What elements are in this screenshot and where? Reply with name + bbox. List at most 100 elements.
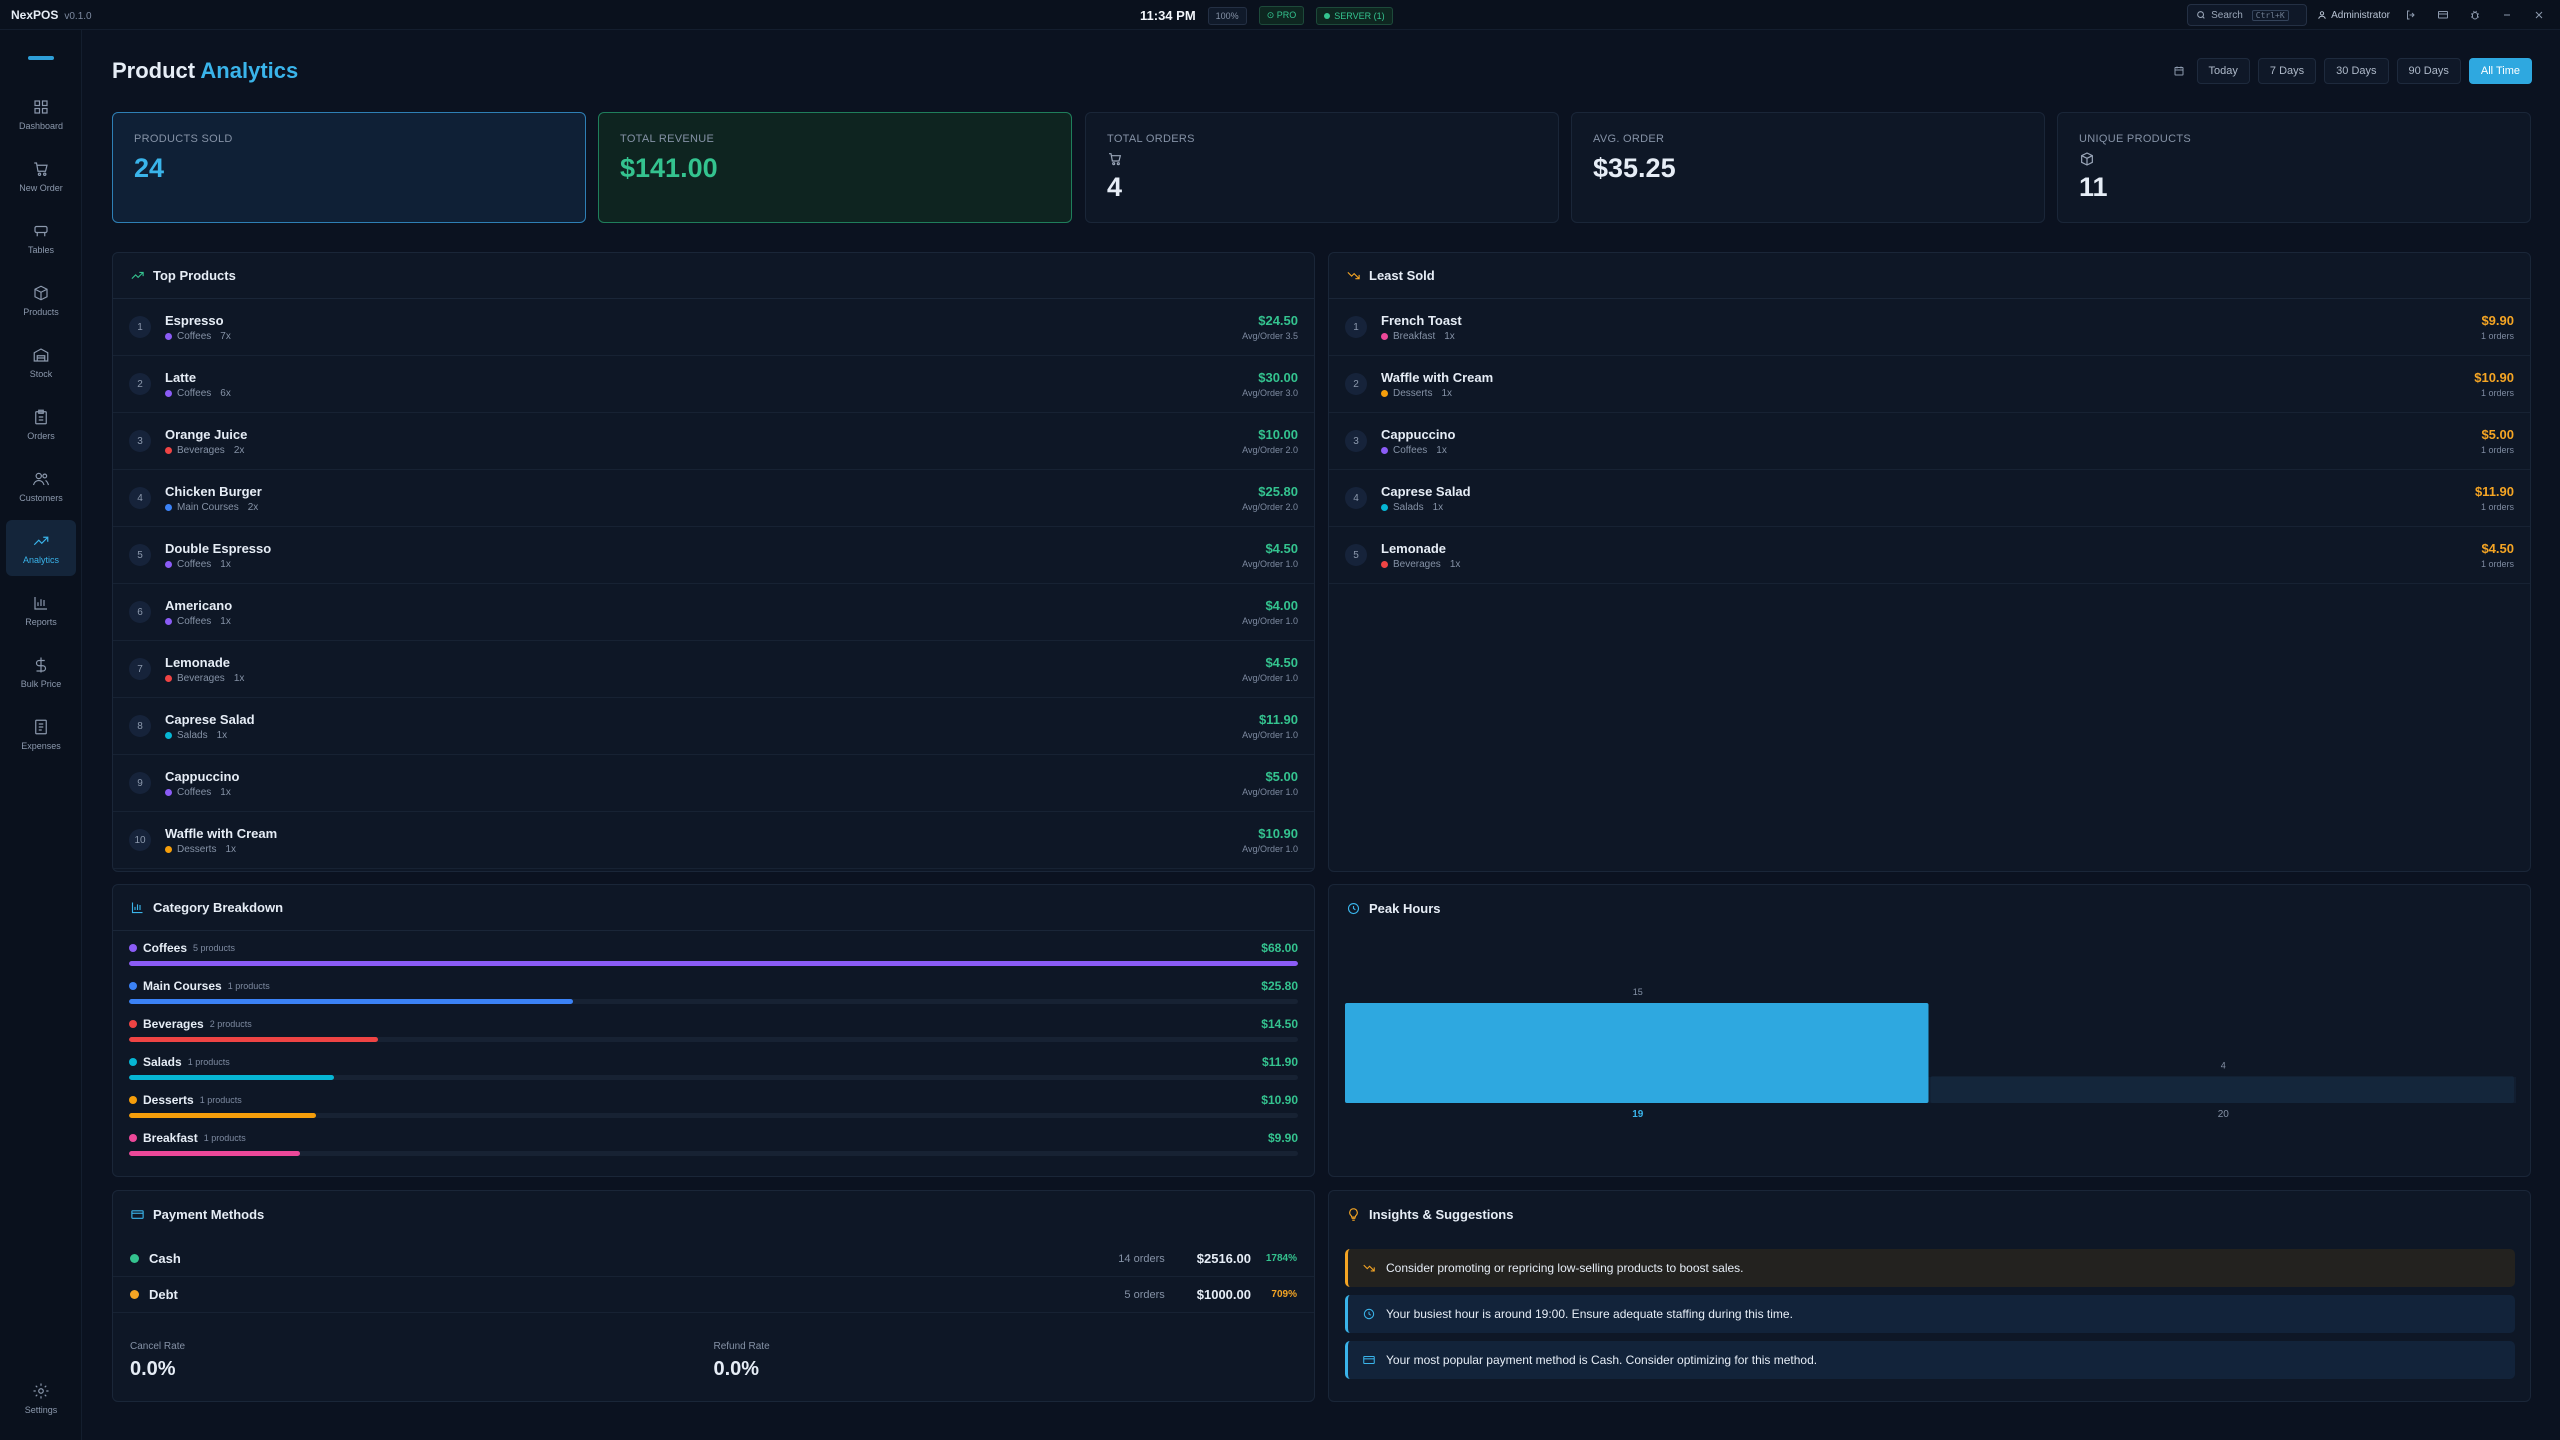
logout-button[interactable]: [2400, 4, 2422, 26]
product-category: Coffees: [1393, 444, 1428, 456]
credit-card-icon: [131, 1209, 144, 1219]
sidebar-item-new-order[interactable]: New Order: [6, 148, 76, 204]
product-row[interactable]: 4 Chicken Burger Main Courses 2x $25.80 Avg/O…: [113, 470, 1314, 527]
page-title: Product Analytics: [112, 58, 298, 84]
product-row[interactable]: 2 Waffle with Cream Desserts 1x $10.90 1 orde…: [1329, 356, 2530, 413]
product-row[interactable]: 10 Waffle with Cream Desserts 1x $10.90 Avg/O…: [113, 812, 1314, 869]
cart-icon: [1109, 153, 1122, 166]
sidebar-item-bulk-price[interactable]: Bulk Price: [6, 644, 76, 700]
rank-badge: 2: [129, 373, 151, 395]
product-figures: $5.00 Avg/Order 1.0: [1242, 769, 1298, 797]
product-qty: 1x: [1441, 387, 1453, 399]
search-button[interactable]: Search Ctrl+K: [2187, 4, 2308, 26]
product-row[interactable]: 1 Espresso Coffees 7x $24.50 Avg/Order 3.5: [113, 299, 1314, 356]
user-name: Administrator: [2331, 9, 2390, 21]
sidebar-item-customers[interactable]: Customers: [6, 458, 76, 514]
sidebar-item-orders[interactable]: Orders: [6, 396, 76, 452]
range-7-days-button[interactable]: 7 Days: [2257, 58, 2317, 84]
sidebar-item-label: Tables: [27, 244, 54, 255]
product-meta: Coffees 1x: [165, 616, 1242, 627]
product-meta: Coffees 6x: [165, 388, 1242, 399]
category-value: $9.90: [1267, 1131, 1298, 1145]
devtools-button[interactable]: [2464, 4, 2486, 26]
product-category: Salads: [177, 729, 208, 741]
display-button[interactable]: [2432, 4, 2454, 26]
product-name: Caprese Salad: [165, 711, 255, 727]
stat-label: UNIQUE PRODUCTS: [2079, 133, 2192, 145]
category-dot: [165, 389, 172, 397]
category-bar-fill: [129, 961, 1298, 966]
sidebar-item-label: New Order: [19, 182, 63, 193]
product-row[interactable]: 8 Caprese Salad Salads 1x $11.90 Avg/Order 1.…: [113, 698, 1314, 755]
product-qty: 1x: [1444, 330, 1455, 342]
category-bar-fill: [129, 1037, 378, 1042]
product-qty: 1x: [220, 558, 231, 570]
product-name: Waffle with Cream: [165, 825, 278, 841]
product-category: Coffees: [177, 615, 212, 627]
insight-busiest-hour: Your busiest hour is around 19:00. Ensur…: [1345, 1295, 2515, 1333]
minimize-button[interactable]: [2496, 4, 2518, 26]
sidebar-toggle[interactable]: [28, 56, 54, 60]
range-90-days-button[interactable]: 90 Days: [2396, 58, 2461, 84]
refund-rate-label: Refund Rate: [713, 1341, 770, 1352]
range-30-days-button[interactable]: 30 Days: [2324, 58, 2389, 84]
product-subtext: Avg/Order 1.0: [1242, 787, 1298, 797]
product-meta: Coffees 1x: [1381, 445, 2481, 456]
users-icon: [32, 472, 50, 485]
range-all-time-button[interactable]: All Time: [2468, 58, 2532, 84]
stat-card-unique-products: UNIQUE PRODUCTS 11: [2057, 112, 2531, 223]
product-row[interactable]: 1 French Toast Breakfast 1x $9.90 1 orders: [1329, 299, 2530, 356]
range-today-button[interactable]: Today: [2196, 58, 2250, 84]
sidebar-item-tables[interactable]: Tables: [6, 210, 76, 266]
category-name: Coffees: [143, 941, 188, 955]
product-row[interactable]: 5 Lemonade Beverages 1x $4.50 1 orders: [1329, 527, 2530, 584]
category-count: 1 products: [227, 981, 270, 991]
stat-label: PRODUCTS SOLD: [134, 133, 233, 145]
bar-chart-icon: [131, 902, 143, 914]
product-row[interactable]: 7 Lemonade Beverages 1x $4.50 Avg/Order 1.0: [113, 641, 1314, 698]
product-row[interactable]: 9 Cappuccino Coffees 1x $5.00 Avg/Order 1.0: [113, 755, 1314, 812]
product-meta: Desserts 1x: [165, 844, 1242, 855]
sidebar-item-label: Analytics: [22, 554, 59, 565]
payment-dot: [130, 1290, 139, 1299]
peak-bar[interactable]: [1345, 1003, 1929, 1103]
category-dot: [165, 845, 172, 853]
rates-row: Cancel Rate 0.0% Refund Rate 0.0%: [113, 1341, 1314, 1381]
stat-card-total-orders: TOTAL ORDERS 4: [1085, 112, 1559, 223]
payment-amount: $2516.00: [1196, 1251, 1251, 1266]
clock: 11:34 PM: [1140, 8, 1196, 23]
peak-bar[interactable]: [1930, 1076, 2515, 1103]
payment-percent: 1784%: [1265, 1253, 1297, 1264]
category-breakdown-panel: Category Breakdown Coffees 5 products $68.…: [112, 884, 1315, 1177]
product-subtext: Avg/Order 1.0: [1242, 730, 1298, 740]
sidebar: Dashboard New Order Tables Products Stoc…: [0, 30, 82, 1440]
product-row[interactable]: 5 Double Espresso Coffees 1x $4.50 Avg/Order …: [113, 527, 1314, 584]
product-info: Lemonade Beverages 1x: [165, 655, 1242, 684]
sidebar-item-reports[interactable]: Reports: [6, 582, 76, 638]
sidebar-item-stock[interactable]: Stock: [6, 334, 76, 390]
payment-amount: $1000.00: [1196, 1287, 1251, 1302]
product-row[interactable]: 6 Americano Coffees 1x $4.00 Avg/Order 1.0: [113, 584, 1314, 641]
sidebar-item-expenses[interactable]: Expenses: [6, 706, 76, 762]
least-sold-panel: Least Sold 1 French Toast Breakfast 1x $9.90…: [1328, 252, 2531, 872]
payment-orders: 14 orders: [1118, 1252, 1165, 1265]
clipboard-icon: [35, 409, 47, 424]
app-brand: NexPOS v0.1.0: [11, 8, 92, 22]
sidebar-item-dashboard[interactable]: Dashboard: [6, 86, 76, 142]
sidebar-item-analytics[interactable]: Analytics: [6, 520, 76, 576]
sidebar-item-label: Settings: [24, 1404, 58, 1415]
product-row[interactable]: 3 Orange Juice Beverages 2x $10.00 Avg/Order …: [113, 413, 1314, 470]
product-name: Chicken Burger: [165, 483, 262, 499]
close-button[interactable]: [2528, 4, 2550, 26]
sidebar-item-products[interactable]: Products: [6, 272, 76, 328]
product-row[interactable]: 2 Latte Coffees 6x $30.00 Avg/Order 3.0: [113, 356, 1314, 413]
product-name: Lemonade: [165, 654, 231, 670]
user-menu[interactable]: Administrator: [2317, 10, 2390, 21]
category-dot: [129, 944, 137, 952]
category-count: 1 products: [199, 1095, 242, 1105]
product-row[interactable]: 3 Cappuccino Coffees 1x $5.00 1 orders: [1329, 413, 2530, 470]
product-row[interactable]: 4 Caprese Salad Salads 1x $11.90 1 orders: [1329, 470, 2530, 527]
zoom-badge: 100%: [1207, 6, 1247, 25]
product-figures: $4.50 Avg/Order 1.0: [1242, 655, 1298, 683]
sidebar-item-settings[interactable]: Settings: [6, 1370, 76, 1426]
